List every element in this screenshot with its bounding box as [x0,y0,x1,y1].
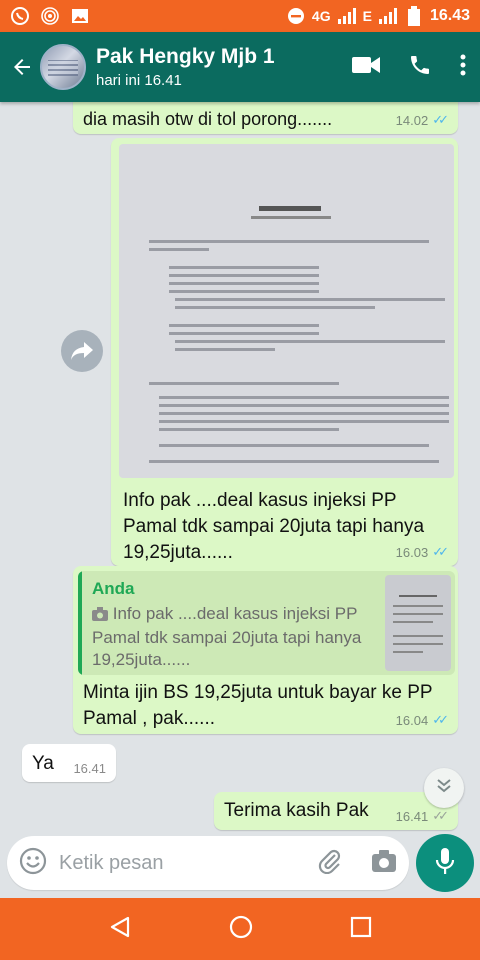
signal-icon [337,6,357,26]
message-bubble[interactable]: dia masih otw di tol porong....... 14.02… [73,102,458,134]
avatar[interactable] [40,44,86,90]
chevron-double-down-icon [436,778,452,799]
mic-icon [435,847,455,880]
chat-header: Pak Hengky Mjb 1 hari ini 16.41 [0,32,480,102]
emoji-icon[interactable] [19,847,47,880]
message-bubble[interactable]: Terima kasih Pak 16.41 ✓✓ [214,792,458,830]
mic-button[interactable] [416,834,474,892]
document-photo[interactable] [119,144,454,478]
message-time: 14.02 [395,112,429,128]
message-time: 16.41 [395,808,429,824]
system-nav-bar [0,898,480,960]
attach-icon[interactable] [317,848,343,879]
incoming-message-bubble[interactable]: Ya 16.41 [22,744,116,782]
read-ticks-icon: ✓✓ [432,112,449,127]
signal-icon [378,6,398,26]
nav-back-icon[interactable] [108,915,132,944]
hotspot-icon [40,6,60,26]
chat-area[interactable]: dia masih otw di tol porong....... 14.02… [0,102,480,832]
dnd-icon [286,6,306,26]
message-text: Ya [32,753,54,774]
message-time: 16.04 [395,712,429,728]
nav-home-icon[interactable] [228,914,254,945]
clock: 16.43 [429,7,470,24]
contact-info[interactable]: Pak Hengky Mjb 1 hari ini 16.41 [96,45,275,89]
last-seen: hari ini 16.41 [96,72,182,89]
message-text: Minta ijin BS 19,25juta untuk bayar ke P… [83,682,433,729]
camera-small-icon [92,605,108,627]
message-text: Terima kasih Pak [224,800,369,821]
quote-thumbnail [385,575,451,671]
video-call-icon[interactable] [352,55,380,80]
message-time: 16.41 [73,761,106,776]
message-time: 16.03 [395,544,429,560]
whatsapp-icon [10,6,30,26]
phone-icon[interactable] [408,53,432,82]
message-text: dia masih otw di tol porong....... [83,109,333,129]
quoted-message[interactable]: Anda Info pak ....deal kasus injeksi PP … [78,571,455,675]
forward-button[interactable] [61,330,103,372]
network-type2-label: E [362,8,372,24]
status-bar: 4G E 16.43 [0,0,480,32]
network-type-label: 4G [311,8,331,24]
quote-author: Anda [92,579,135,598]
battery-icon [404,6,424,26]
scroll-down-button[interactable] [424,768,464,808]
delivered-ticks-icon: ✓✓ [432,808,449,823]
message-input[interactable]: Ketik pesan [59,852,317,875]
reply-message-bubble[interactable]: Anda Info pak ....deal kasus injeksi PP … [73,566,458,734]
message-composer: Ketik pesan [7,836,409,890]
back-arrow-icon[interactable] [8,53,36,81]
more-vert-icon[interactable] [460,54,466,81]
read-ticks-icon: ✓✓ [432,712,449,727]
image-message-bubble[interactable]: Info pak ....deal kasus injeksi PP Pamal… [111,138,458,566]
camera-icon[interactable] [371,849,397,878]
quote-text-content: Info pak ....deal kasus injeksi PP Pamal… [92,604,362,669]
image-icon [70,6,90,26]
quote-text: Info pak ....deal kasus injeksi PP Pamal… [92,603,377,671]
read-ticks-icon: ✓✓ [432,544,449,559]
nav-recents-icon[interactable] [350,916,372,943]
contact-name: Pak Hengky Mjb 1 [96,45,275,68]
